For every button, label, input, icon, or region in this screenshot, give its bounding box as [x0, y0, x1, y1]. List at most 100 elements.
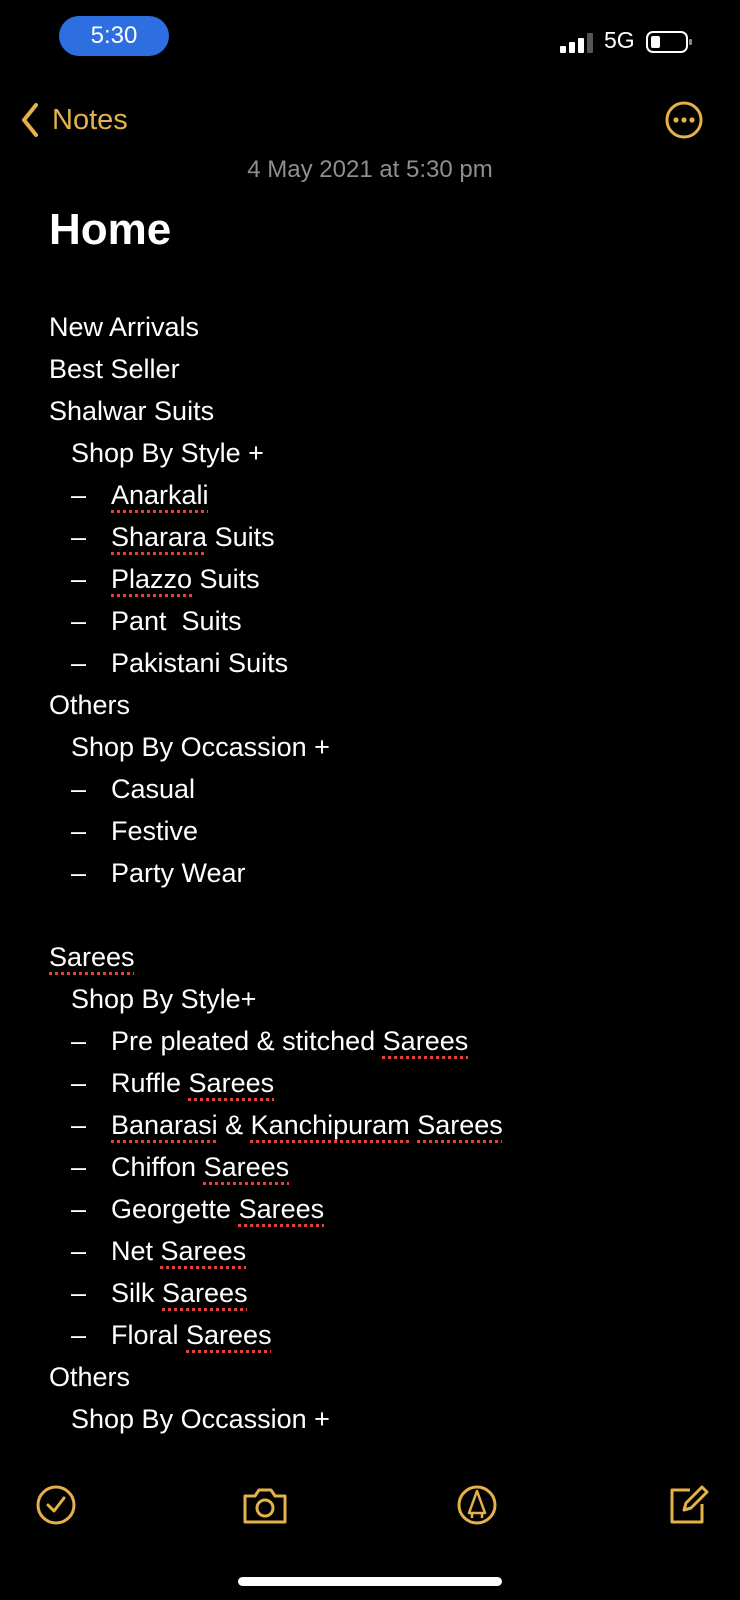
line-text: Others	[49, 690, 131, 720]
notes-screen: 5:30 5G Notes 4 May 2021 at 5:30 pm Home…	[0, 0, 740, 1600]
line-text: Plazzo	[111, 564, 193, 594]
bottom-toolbar	[0, 1460, 740, 1540]
dash-bullet: –	[71, 1278, 87, 1308]
line-text: Suits	[207, 522, 275, 552]
dash-bullet: –	[71, 816, 87, 846]
dash-bullet: –	[71, 1152, 87, 1182]
dash-bullet: –	[71, 1068, 87, 1098]
line-text: Anarkali	[111, 480, 209, 510]
line-text: Festive	[111, 816, 199, 846]
camera-icon[interactable]	[240, 1482, 290, 1528]
note-line[interactable]: – Floral Sarees	[49, 1314, 709, 1356]
line-text: Sarees	[160, 1236, 247, 1266]
line-text: Sarees	[188, 1068, 275, 1098]
line-text: Net	[111, 1236, 161, 1266]
line-text: Sarees	[186, 1320, 272, 1350]
checklist-icon[interactable]	[33, 1482, 79, 1528]
chevron-left-icon	[22, 103, 38, 137]
line-text: Best Seller	[49, 354, 180, 384]
dash-bullet: –	[71, 858, 87, 888]
note-line[interactable]: – Pant Suits	[49, 600, 709, 642]
line-text: Sarees	[417, 1110, 503, 1140]
dash-bullet: –	[71, 648, 87, 678]
note-line[interactable]: – Ruffle Sarees	[49, 1062, 709, 1104]
line-text: Sharara	[111, 522, 208, 552]
line-text: Georgette	[111, 1194, 239, 1224]
note-line[interactable]: Shop By Style+	[49, 978, 709, 1020]
dash-bullet: –	[71, 1320, 87, 1350]
note-line[interactable]: – Net Sarees	[49, 1230, 709, 1272]
note-line[interactable]: – Party Wear	[49, 852, 709, 894]
note-line[interactable]: – Anarkali	[49, 474, 709, 516]
line-text: New Arrivals	[49, 312, 200, 342]
home-indicator[interactable]	[238, 1577, 502, 1586]
line-text: Suits	[192, 564, 260, 594]
line-text: Sarees	[162, 1278, 248, 1308]
battery-icon	[646, 31, 692, 53]
back-button[interactable]: Notes	[20, 100, 128, 140]
note-body[interactable]: New Arrivals Best Seller Shalwar Suits S…	[49, 306, 709, 1440]
note-line[interactable]: – Georgette Sarees	[49, 1188, 709, 1230]
line-text: Ruffle	[111, 1068, 189, 1098]
line-text: Shop By Occassion +	[71, 1404, 330, 1434]
note-line[interactable]: – Festive	[49, 810, 709, 852]
note-line[interactable]: – Casual	[49, 768, 709, 810]
line-text: Casual	[111, 774, 196, 804]
note-line[interactable]: Shop By Occassion +	[49, 1398, 709, 1440]
note-line[interactable]: Shalwar Suits	[49, 390, 709, 432]
dash-bullet: –	[71, 1194, 87, 1224]
note-line[interactable]: New Arrivals	[49, 306, 709, 348]
line-text: Chiffon	[111, 1152, 204, 1182]
dash-bullet: –	[71, 606, 87, 636]
line-text: Sarees	[49, 942, 135, 972]
dash-bullet: –	[71, 1110, 87, 1140]
note-date: 4 May 2021 at 5:30 pm	[247, 156, 493, 183]
note-line[interactable]: – Pakistani Suits	[49, 642, 709, 684]
dash-bullet: –	[71, 774, 87, 804]
status-time: 5:30	[59, 16, 169, 56]
line-text: Floral	[111, 1320, 187, 1350]
compose-icon[interactable]	[664, 1482, 710, 1528]
line-text: Shop By Style +	[71, 438, 264, 468]
note-line[interactable]: – Plazzo Suits	[49, 558, 709, 600]
note-line[interactable]: – Banarasi & Kanchipuram Sarees	[49, 1104, 709, 1146]
note-line[interactable]: – Silk Sarees	[49, 1272, 709, 1314]
note-line[interactable]: Others	[49, 684, 709, 726]
note-line[interactable]: Others	[49, 1356, 709, 1398]
line-text: Pant Suits	[111, 606, 242, 636]
note-line[interactable]: Shop By Occassion +	[49, 726, 709, 768]
dash-bullet: –	[71, 522, 87, 552]
line-text: Shop By Style+	[71, 984, 257, 1014]
note-line[interactable]: – Pre pleated & stitched Sarees	[49, 1020, 709, 1062]
dash-bullet: –	[71, 480, 87, 510]
dash-bullet: –	[71, 1236, 87, 1266]
line-text: Others	[49, 1362, 131, 1392]
line-text: Sarees	[203, 1152, 290, 1182]
line-text: Shalwar Suits	[49, 396, 215, 426]
back-label: Notes	[52, 103, 128, 136]
line-text: Pakistani Suits	[111, 648, 289, 678]
status-bar: 5:30 5G	[0, 0, 740, 70]
note-line-empty[interactable]	[49, 894, 709, 936]
note-line[interactable]: – Chiffon Sarees	[49, 1146, 709, 1188]
network-label: 5G	[604, 27, 635, 53]
note-line[interactable]: – Sharara Suits	[49, 516, 709, 558]
signal-icon	[560, 33, 593, 53]
dash-bullet: –	[71, 1026, 87, 1056]
line-text: &	[217, 1110, 251, 1140]
note-title[interactable]: Home	[49, 205, 171, 255]
line-text: Pre pleated & stitched	[111, 1026, 383, 1056]
line-text: Silk	[111, 1278, 163, 1308]
dash-bullet: –	[71, 564, 87, 594]
note-line[interactable]: Sarees	[49, 936, 709, 978]
line-text: Shop By Occassion +	[71, 732, 330, 762]
more-options-icon[interactable]	[664, 100, 704, 140]
line-text: Party Wear	[111, 858, 246, 888]
markup-icon[interactable]	[454, 1482, 500, 1528]
note-line[interactable]: Shop By Style +	[49, 432, 709, 474]
note-line[interactable]: Best Seller	[49, 348, 709, 390]
line-text: Kanchipuram	[250, 1110, 410, 1140]
line-text: Sarees	[238, 1194, 325, 1224]
line-text: Banarasi	[111, 1110, 218, 1140]
line-text: Sarees	[382, 1026, 469, 1056]
